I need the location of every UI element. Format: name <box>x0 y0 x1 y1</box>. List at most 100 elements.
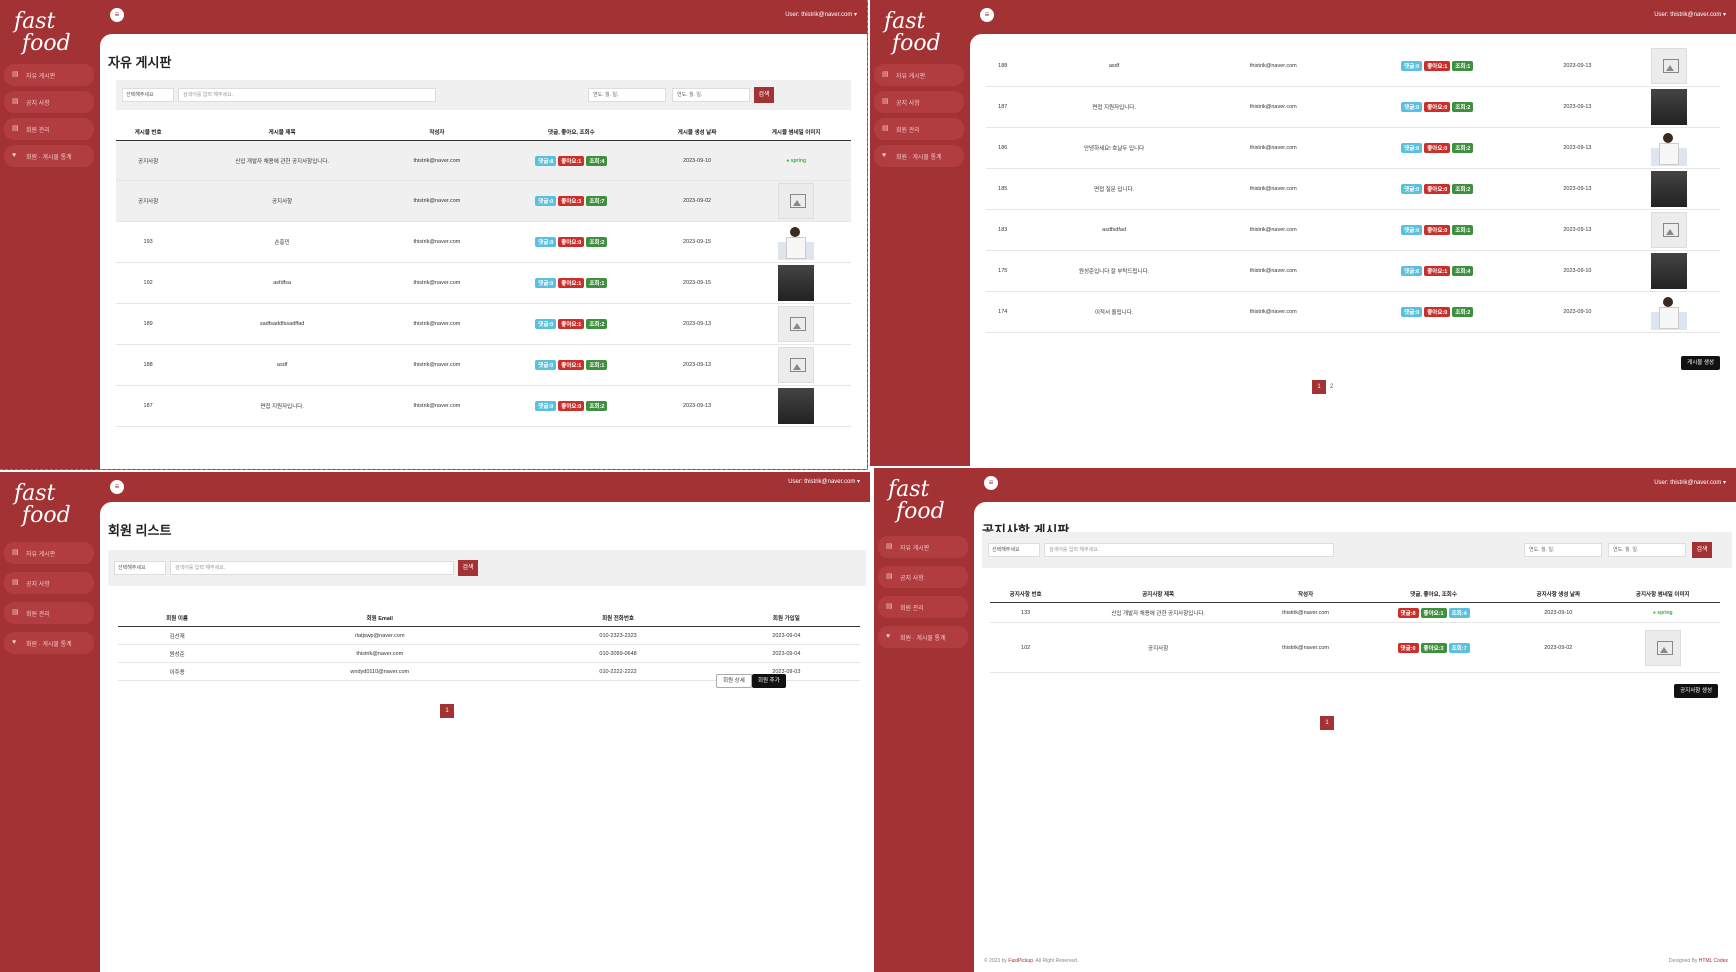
hamburger-icon[interactable]: ≡ <box>980 8 994 22</box>
logo[interactable]: fast food <box>10 4 90 56</box>
search-type-select[interactable]: 선택해주세요 <box>122 88 174 102</box>
thumbnail-photo-image[interactable] <box>778 388 815 424</box>
notice-title[interactable]: 공지사항 <box>1061 622 1256 673</box>
table-row[interactable]: 175 원성준입니다 잘 부탁드립니다. thistrik@naver.com 댓글:… <box>986 250 1720 292</box>
hamburger-icon[interactable]: ≡ <box>110 8 124 22</box>
sidebar-item-members[interactable]: ▤ 회원 관리 <box>878 596 968 618</box>
table-row[interactable]: 185 면접 질문 입니다. thistrik@naver.com 댓글:0 좋아요:0… <box>986 168 1720 210</box>
comment-count-badge: 댓글:0 <box>535 360 557 370</box>
thumbnail-player-image[interactable] <box>778 224 815 260</box>
post-title[interactable]: 면접 지원자입니다. <box>180 385 384 427</box>
end-date-input[interactable]: 연도. 월. 일. <box>1608 543 1686 557</box>
post-title[interactable]: asfdfsa <box>180 262 384 304</box>
footer-designer-link[interactable]: HTML Codex <box>1699 958 1728 964</box>
table-row[interactable]: 김선재 rlatjswp@naver.com 010-2323-2323 2023-0… <box>118 626 860 645</box>
search-type-select[interactable]: 선택해주세요 <box>988 543 1040 557</box>
search-input[interactable]: 검색어를 입력 해주세요. <box>178 88 436 102</box>
table-row[interactable]: 192 asfdfsa thistrik@naver.com 댓글:0 좋아요:1 조회:… <box>116 262 851 304</box>
search-button[interactable]: 검색 <box>458 560 478 576</box>
thumbnail-placeholder-image[interactable] <box>1651 212 1688 248</box>
create-notice-button[interactable]: 공지사항 생성 <box>1674 684 1718 698</box>
logo[interactable]: fast food <box>884 472 964 524</box>
sidebar-item-free-board[interactable]: ▤ 자유 게시판 <box>4 542 94 564</box>
logo[interactable]: fast food <box>880 4 960 56</box>
create-post-button[interactable]: 게시물 생성 <box>1681 356 1720 370</box>
post-title[interactable]: asdf <box>180 344 384 386</box>
search-input[interactable]: 검색어를 입력 해주세요. <box>170 561 454 575</box>
sidebar-item-stats[interactable]: ♥ 회원 · 게시물 통계 <box>878 626 968 648</box>
table-row[interactable]: 공지사항 신입 개발자 채용에 관한 공지사항입니다. thistrik@naver… <box>116 140 851 181</box>
sidebar-item-notice[interactable]: ▤ 공지 사항 <box>4 572 94 594</box>
table-row[interactable]: 186 안녕하세요! 호날두 입니다 thistrik@naver.com 댓글:0 좋… <box>986 127 1720 169</box>
post-title[interactable]: 공지사항 <box>180 180 384 222</box>
table-row[interactable]: 공지사항 공지사항 thistrik@naver.com 댓글:0 좋아요:3 조회:7 2… <box>116 180 851 222</box>
table-row[interactable]: 원성준 thistrik@naver.com 010-3099-0648 2023-0… <box>118 644 860 663</box>
post-title[interactable]: asdfsdfad <box>1019 209 1209 251</box>
member-detail-button[interactable]: 회원 상세 <box>716 674 752 688</box>
start-date-input[interactable]: 연도. 월. 일. <box>588 88 666 102</box>
sidebar-item-notice[interactable]: ▤ 공지 사항 <box>878 566 968 588</box>
hamburger-icon[interactable]: ≡ <box>110 480 124 494</box>
search-input[interactable]: 검색어를 입력 해주세요. <box>1044 543 1334 557</box>
sidebar-item-notice[interactable]: ▤ 공지 사항 <box>4 91 94 113</box>
pagination-page-1[interactable]: 1 <box>440 704 454 718</box>
table-row[interactable]: 187 면접 지원자입니다. thistrik@naver.com 댓글:0 좋아요:0… <box>116 385 851 427</box>
footer-brand-link[interactable]: FastPickup <box>1008 958 1033 964</box>
sidebar-item-members[interactable]: ▤ 회원 관리 <box>4 118 94 140</box>
sidebar-item-stats[interactable]: ♥ 회원 · 게시물 통계 <box>874 145 964 167</box>
sidebar-item-members[interactable]: ▤ 회원 관리 <box>874 118 964 140</box>
thumbnail-photo-image[interactable] <box>778 265 815 301</box>
post-title[interactable]: 이적서 올립니다. <box>1019 291 1209 333</box>
search-button[interactable]: 검색 <box>1692 542 1712 558</box>
table-row[interactable]: 189 sadfsaddfssadffad thistrik@naver.com 댓글… <box>116 303 851 345</box>
table-row[interactable]: 193 손흥민 thistrik@naver.com 댓글:0 좋아요:0 조회:2 202… <box>116 221 851 263</box>
thumbnail-placeholder-image[interactable] <box>778 183 815 219</box>
thumbnail-photo-image[interactable] <box>1651 89 1688 125</box>
post-title[interactable]: asdf <box>1019 46 1209 87</box>
pagination-page-2[interactable]: 2 <box>1330 384 1333 390</box>
user-menu[interactable]: User: thistrik@naver.com ▾ <box>1654 11 1726 18</box>
add-member-button[interactable]: 회원 추가 <box>752 674 786 688</box>
sidebar-item-stats[interactable]: ♥ 회원 · 게시물 통계 <box>4 632 94 654</box>
table-row[interactable]: 188 asdf thistrik@naver.com 댓글:0 좋아요:1 조회:1 20… <box>116 344 851 386</box>
sidebar-item-free-board[interactable]: ▤ 자유 게시판 <box>878 536 968 558</box>
user-menu[interactable]: User: thistrik@naver.com ▾ <box>788 478 860 485</box>
table-row[interactable]: 188 asdf thistrik@naver.com 댓글:0 좋아요:1 조회:1 20… <box>986 46 1720 87</box>
table-row[interactable]: 133 신입 개발자 채용에 관한 공지사항입니다. thistrik@naver.… <box>990 602 1720 623</box>
sidebar-item-free-board[interactable]: ▤ 자유 게시판 <box>4 64 94 86</box>
post-title[interactable]: 면접 지원자입니다. <box>1019 86 1209 128</box>
table-row[interactable]: 174 이적서 올립니다. thistrik@naver.com 댓글:0 좋아요:0 조… <box>986 291 1720 333</box>
thumbnail-photo-image[interactable] <box>1651 253 1688 289</box>
table-row[interactable]: 102 공지사항 thistrik@naver.com 댓글:0 좋아요:3 조회:7 20… <box>990 622 1720 673</box>
user-menu[interactable]: User: thistrik@naver.com ▾ <box>785 11 857 18</box>
thumbnail-placeholder-image[interactable] <box>778 347 815 383</box>
hamburger-icon[interactable]: ≡ <box>984 476 998 490</box>
post-title[interactable]: sadfsaddfssadffad <box>180 303 384 345</box>
post-title[interactable]: 면접 질문 입니다. <box>1019 168 1209 210</box>
search-type-select[interactable]: 선택해주세요 <box>114 561 166 575</box>
pagination-page-1[interactable]: 1 <box>1320 716 1334 730</box>
sidebar-item-members[interactable]: ▤ 회원 관리 <box>4 602 94 624</box>
end-date-input[interactable]: 연도. 월. 일. <box>672 88 750 102</box>
thumbnail-placeholder-image[interactable] <box>778 306 815 342</box>
pagination-page-1[interactable]: 1 <box>1312 380 1326 394</box>
table-row[interactable]: 183 asdfsdfad thistrik@naver.com 댓글:0 좋아요:0 조… <box>986 209 1720 251</box>
post-title[interactable]: 손흥민 <box>180 221 384 263</box>
user-menu[interactable]: User: thistrik@naver.com ▾ <box>1654 479 1726 486</box>
start-date-input[interactable]: 연도. 월. 일. <box>1524 543 1602 557</box>
post-title[interactable]: 안녕하세요! 호날두 입니다 <box>1019 127 1209 169</box>
thumbnail-photo-image[interactable] <box>1651 171 1688 207</box>
logo[interactable]: fast food <box>10 476 90 528</box>
thumbnail-player-image[interactable] <box>1651 130 1688 166</box>
sidebar-item-notice[interactable]: ▤ 공지 사항 <box>874 91 964 113</box>
post-title[interactable]: 원성준입니다 잘 부탁드립니다. <box>1019 250 1209 292</box>
thumbnail-placeholder-image[interactable] <box>1644 629 1681 666</box>
sidebar-item-free-board[interactable]: ▤ 자유 게시판 <box>874 64 964 86</box>
table-row[interactable]: 187 면접 지원자입니다. thistrik@naver.com 댓글:0 좋아요:0… <box>986 86 1720 128</box>
thumbnail-placeholder-image[interactable] <box>1651 48 1688 84</box>
sidebar-item-stats[interactable]: ♥ 회원 · 게시물 통계 <box>4 145 94 167</box>
search-button[interactable]: 검색 <box>754 87 774 103</box>
notice-title[interactable]: 신입 개발자 채용에 관한 공지사항입니다. <box>1061 602 1256 623</box>
post-title[interactable]: 신입 개발자 채용에 관한 공지사항입니다. <box>180 140 384 181</box>
thumbnail-player-image[interactable] <box>1651 294 1688 330</box>
